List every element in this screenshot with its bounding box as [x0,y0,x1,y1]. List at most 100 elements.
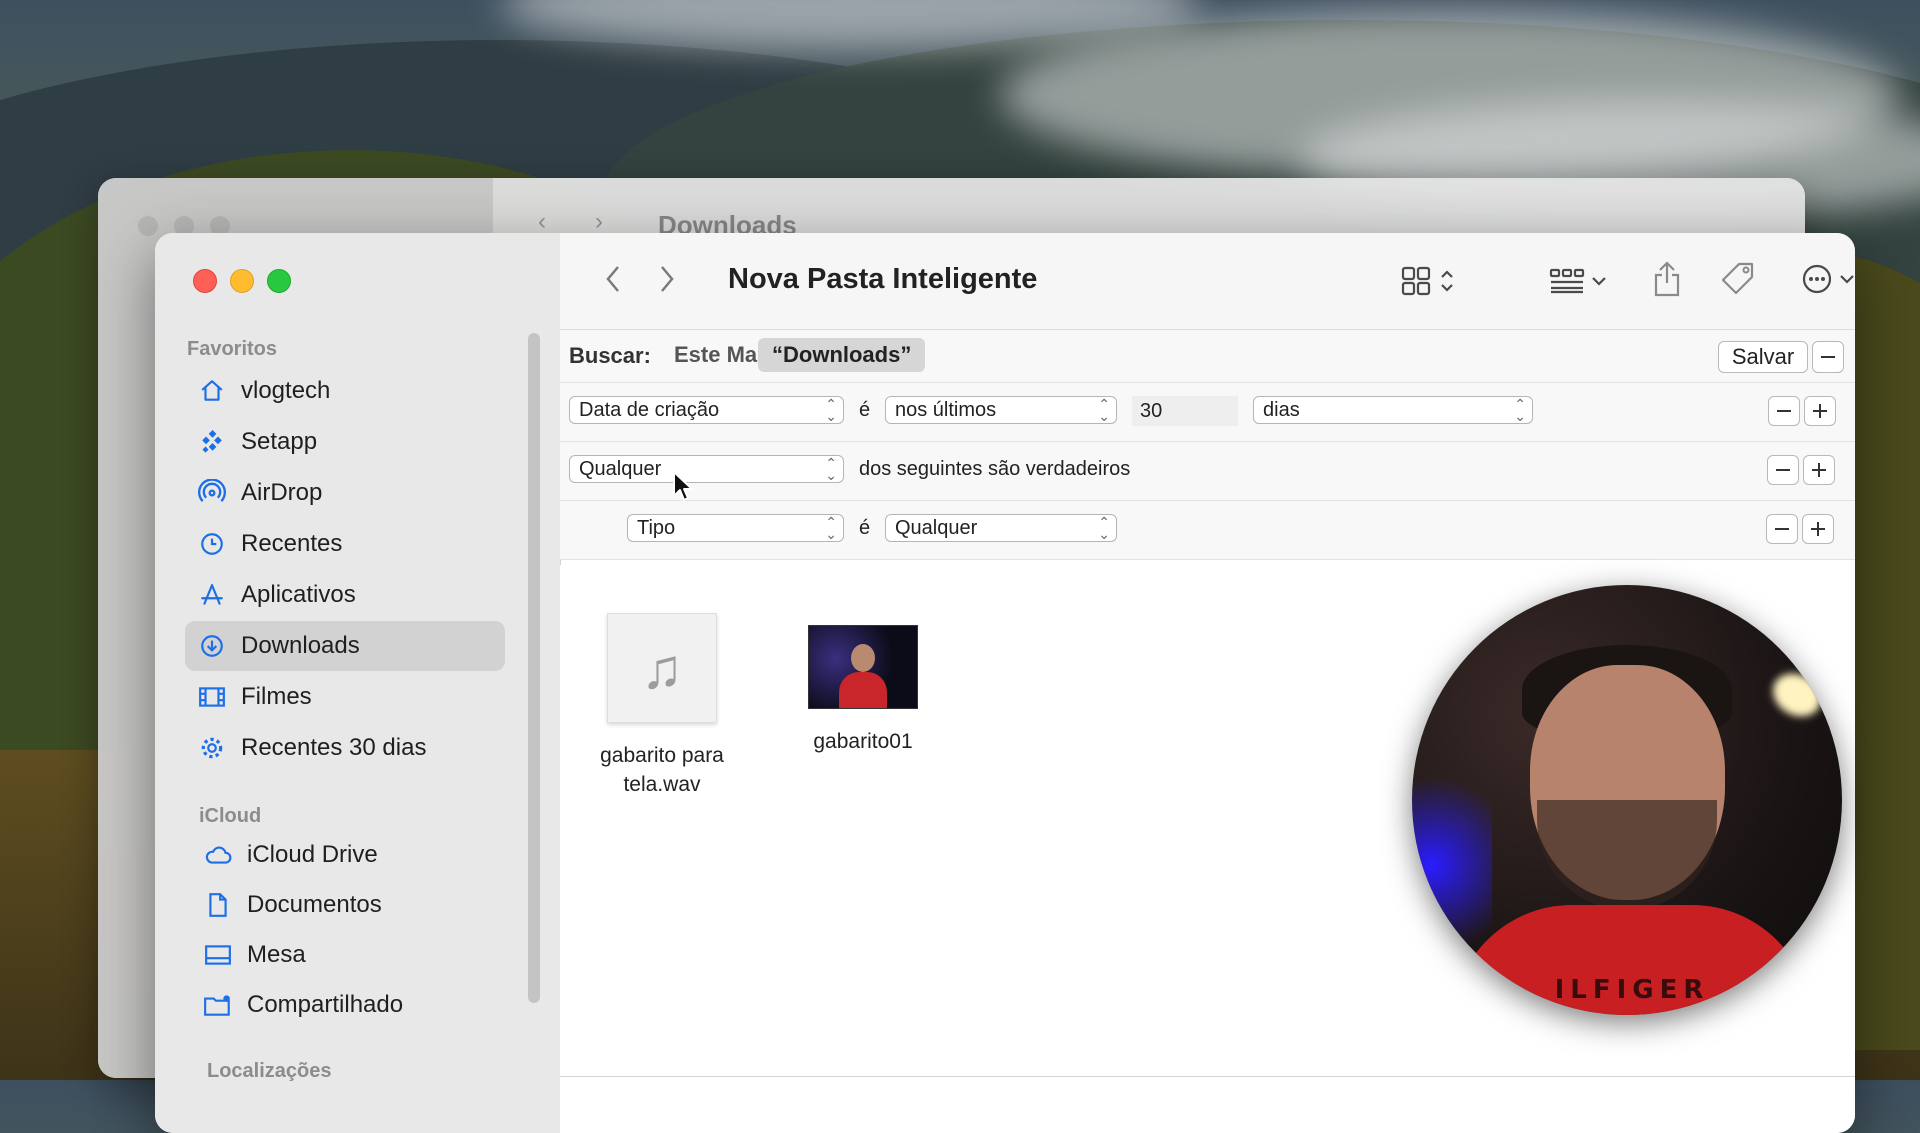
group-icon [1549,268,1585,294]
share-button[interactable] [1647,257,1687,301]
webcam-overlay: ILFIGER [1412,585,1842,1015]
tag-icon [1721,262,1754,295]
sidebar-item-recentes[interactable]: Recentes [185,519,505,569]
chevron-updown-icon [1441,270,1453,292]
sidebar-item-downloads[interactable]: Downloads [185,621,505,671]
more-actions-button[interactable] [1795,259,1855,299]
video-thumbnail [808,625,918,709]
minus-icon [1776,469,1790,471]
grid-view-icon [1401,266,1431,296]
airdrop-icon [197,478,227,508]
search-label: Buscar: [569,343,651,368]
remove-rule-button[interactable] [1768,396,1800,426]
add-rule-button[interactable] [1804,396,1836,426]
file-name-line2: tela.wav [623,773,701,796]
sidebar-item-label: iCloud Drive [247,841,378,868]
attribute-popup[interactable]: Data de criação ⌃ ⌄ [569,396,844,424]
add-rule-button[interactable] [1803,455,1835,485]
search-scope-bar: Buscar: Este Mac “Downloads” Salvar [560,330,1855,383]
sidebar-item-label: Filmes [241,683,312,710]
close-button[interactable] [193,269,217,293]
rule-row-kind: Tipo ⌃ ⌄ é Qualquer ⌃ ⌄ [560,501,1855,560]
unit-popup[interactable]: dias ⌃ ⌄ [1253,396,1533,424]
sidebar-item-label: AirDrop [241,479,323,506]
attribute-popup-value: Data de criação [579,398,720,421]
remove-rule-button[interactable] [1766,514,1798,544]
file-name-line1: gabarito01 [813,730,913,753]
group-button[interactable] [1543,261,1613,301]
file-name: gabarito para tela.wav [577,741,747,799]
file-name: gabarito01 [778,727,948,756]
desktop-icon [203,940,233,970]
forward-button[interactable] [652,261,682,297]
sidebar-item-icloud-drive[interactable]: iCloud Drive [191,830,511,880]
match-popup-value: Qualquer [579,457,662,480]
operator-popup-value: nos últimos [895,398,997,421]
updown-arrow-icon: ⌃ ⌄ [825,514,837,542]
sidebar-item-label: Mesa [247,941,306,968]
sidebar-item-label: Compartilhado [247,991,404,1018]
save-button[interactable]: Salvar [1718,341,1808,373]
file-item-video[interactable]: gabarito01 [778,613,948,756]
kind-value-popup[interactable]: Qualquer ⌃ ⌄ [885,514,1117,542]
updown-arrow-icon: ⌃ ⌄ [825,455,837,483]
shared-folder-icon [203,990,233,1020]
sidebar-item-setapp[interactable]: Setapp [185,417,505,467]
sidebar-item-vlogtech[interactable]: vlogtech [185,366,505,416]
film-icon [197,682,227,712]
sidebar-item-filmes[interactable]: Filmes [185,672,505,722]
operator-popup[interactable]: nos últimos ⌃ ⌄ [885,396,1117,424]
chevron-down-icon [1840,275,1854,284]
sidebar-item-compartilhado[interactable]: Compartilhado [191,980,511,1030]
gear-icon [197,733,227,763]
sidebar-item-documentos[interactable]: Documentos [191,880,511,930]
sidebar-header-icloud: iCloud [199,805,262,827]
updown-arrow-icon: ⌃ ⌄ [1098,396,1110,424]
file-item-audio[interactable]: ♫ gabarito para tela.wav [577,613,747,799]
rule-row-creation-date: Data de criação ⌃ ⌄ é nos últimos ⌃ ⌄ 30 d… [560,383,1855,442]
audio-file-icon: ♫ [607,613,717,723]
zoom-button[interactable] [267,269,291,293]
rule-verb: é [859,399,871,421]
sidebar-item-label: Recentes [241,530,343,557]
tag-button[interactable] [1715,257,1759,301]
remove-rule-button[interactable] [1767,455,1799,485]
plus-icon [1811,522,1825,536]
background-forward-icon: › [595,208,603,235]
sidebar-scrollbar[interactable] [528,333,540,1003]
updown-arrow-icon: ⌃ ⌄ [825,396,837,424]
applications-icon [197,580,227,610]
chevron-left-icon [606,266,619,292]
sidebar-item-label: Documentos [247,891,382,918]
minus-icon [1777,410,1791,412]
sidebar-item-aplicativos[interactable]: Aplicativos [185,570,505,620]
remove-search-button[interactable] [1812,341,1844,373]
home-icon [197,376,227,406]
chevron-right-icon [661,266,674,292]
sidebar-item-mesa[interactable]: Mesa [191,930,511,980]
ellipsis-circle-icon [1802,264,1832,294]
minimize-button[interactable] [230,269,254,293]
kind-attribute-popup[interactable]: Tipo ⌃ ⌄ [627,514,844,542]
chevron-down-icon [1592,277,1606,286]
days-value-field[interactable]: 30 [1132,396,1238,426]
unit-popup-value: dias [1263,398,1300,421]
rule-row-any-of: Qualquer ⌃ ⌄ dos seguintes são verdadeiro… [560,442,1855,501]
kind-value: Qualquer [895,516,978,539]
view-mode-button[interactable] [1395,261,1461,301]
sidebar-item-label: vlogtech [241,377,331,404]
scope-downloads[interactable]: “Downloads” [758,338,926,372]
sidebar-item-airdrop[interactable]: AirDrop [185,468,505,518]
sidebar-item-recentes-30-dias[interactable]: Recentes 30 dias [185,723,505,773]
plus-icon [1812,463,1826,477]
minus-icon [1775,528,1789,530]
match-popup[interactable]: Qualquer ⌃ ⌄ [569,455,844,483]
add-rule-button[interactable] [1802,514,1834,544]
updown-arrow-icon: ⌃ ⌄ [1514,396,1526,424]
kind-attribute-value: Tipo [637,516,676,539]
sidebar-header-favorites: Favoritos [187,338,278,360]
rule-verb: é [859,517,871,539]
download-icon [197,631,227,661]
file-name-line1: gabarito para [600,744,724,767]
back-button[interactable] [598,261,628,297]
